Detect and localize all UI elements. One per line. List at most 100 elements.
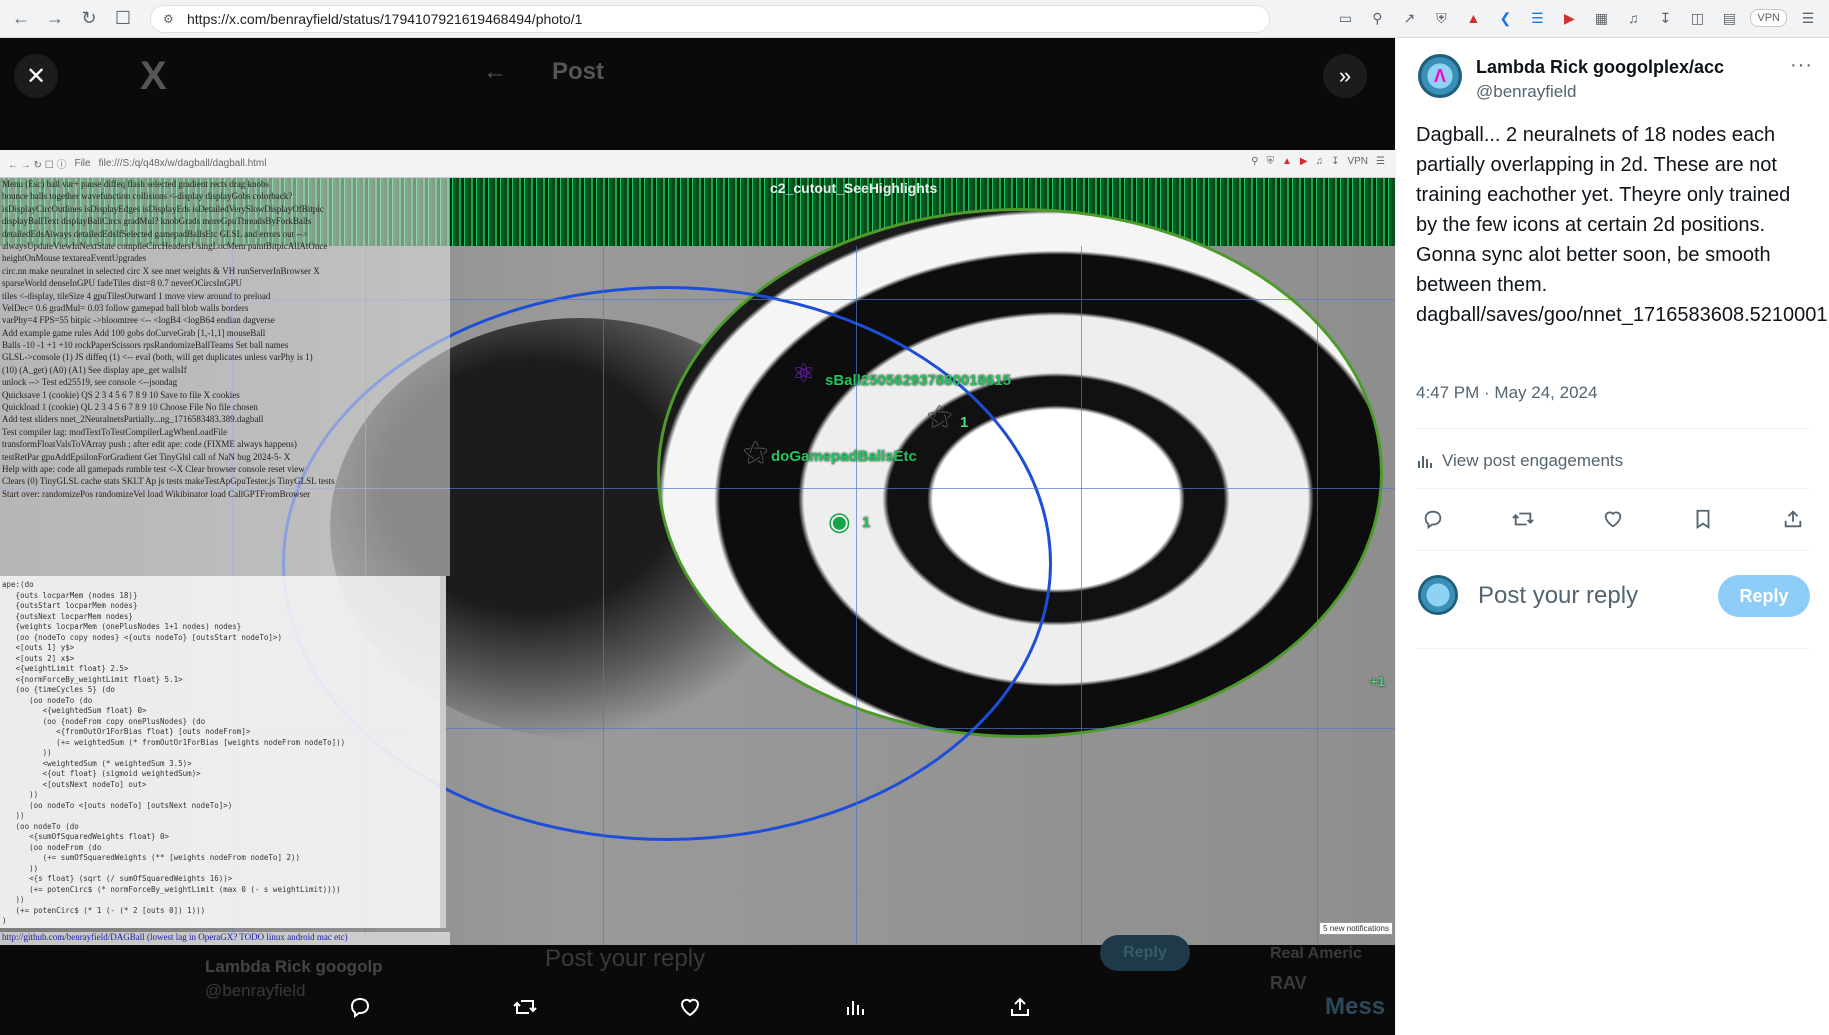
background-author-handle: @benrayfield [205,981,306,1000]
shield-icon[interactable]: ⛨ [1430,7,1452,29]
control-line[interactable]: Start over: randomizePos randomizeVel lo… [0,488,450,500]
divider [1416,488,1810,489]
control-line[interactable]: Quicksave 1 (cookie) QS 2 3 4 5 6 7 8 9 … [0,389,450,401]
divider [1416,550,1810,551]
grid-line [1081,246,1082,945]
back-icon[interactable]: ← [8,6,34,32]
control-line[interactable]: Clears (0) TinyGLSL cache stats SKLT Ap … [0,475,450,487]
control-line[interactable]: Balls -10 -1 +1 +10 rockPaperScissors rp… [0,339,450,351]
control-line[interactable]: varPhy=4 FPS=55 bitpic ->bloomtree <-- <… [0,314,450,326]
bookmark-icon[interactable] [1686,502,1720,536]
forward-icon[interactable]: → [42,6,68,32]
menu-icon[interactable]: ☰ [1797,7,1819,29]
control-line[interactable]: tiles <-display, tileSize 4 gpuTilesOutw… [0,290,450,302]
extension-bar: ▭ ⚲ ↗ ⛨ ▲ ❮ ☰ ▶ ▦ ♫ ↧ ◫ ▤ VPN ☰ [1334,7,1819,29]
url-text[interactable]: https://x.com/benrayfield/status/1794107… [187,11,582,27]
avatar[interactable]: Λ [1418,54,1462,98]
control-line[interactable]: (10) (A_get) (A0) (A1) See display ape_g… [0,364,450,376]
translate-icon[interactable]: ☰ [1526,7,1548,29]
control-line[interactable]: transformFloatValsToVArray push ; after … [0,438,450,450]
grid-line [1317,246,1318,945]
bookmark-icon[interactable]: ☐ [110,6,136,32]
control-line[interactable]: Test compiler lag: modTextToTestCompiler… [0,426,450,438]
ball-icon: ◉ [828,506,851,536]
extensions-icon[interactable]: ▦ [1590,7,1612,29]
control-line[interactable]: circ.nn make neuralnet in selected circ … [0,265,450,277]
views-icon[interactable] [835,987,875,1027]
reply-button[interactable]: Reply [1718,575,1810,617]
control-line[interactable]: testRetPar gpuAddEpsilonForGradient Get … [0,451,450,463]
image-youtube-icon: ▶ [1299,156,1308,167]
view-engagements-link[interactable]: View post engagements [1416,451,1623,471]
repost-icon[interactable] [1506,502,1540,536]
share-icon[interactable]: ↗ [1398,7,1420,29]
control-line[interactable]: VelDec= 0.6 gradMul= 0.03 follow gamepad… [0,302,450,314]
background-post-title: Post [552,58,605,85]
image-menu-icon: ☰ [1376,156,1385,167]
author-name[interactable]: Lambda Rick googolplex/acc [1476,57,1724,78]
wallet-icon[interactable]: ▤ [1718,7,1740,29]
reply-input[interactable]: Post your reply [1478,582,1638,610]
download-icon[interactable]: ↧ [1654,7,1676,29]
dagball-canvas: c2_cutout_SeeHighlights ⚛ sBall250562937… [0,178,1395,945]
posted-image[interactable]: ← → ↻ ☐ ⓘ File file:///S:/q/q48x/w/dagba… [0,150,1395,945]
like-icon[interactable] [670,987,710,1027]
notification-badge: 5 new notifications [1319,922,1393,935]
cast-icon[interactable]: ▭ [1334,7,1356,29]
control-line[interactable]: Quickload 1 (cookie) QL 2 3 4 5 6 7 8 9 … [0,401,450,413]
control-line[interactable]: displayBallText displayBallCircs gradMul… [0,215,450,227]
speech-icon[interactable]: ❮ [1494,7,1516,29]
background-reply-button: Reply [1100,935,1190,971]
collapse-sidebar-button[interactable]: » [1323,54,1367,98]
share-icon[interactable] [1000,987,1040,1027]
github-link: http://github.com/benrayfield/DAGBall (l… [0,932,450,945]
control-line[interactable]: unlock --> Test ed25519, see console <--… [0,376,450,388]
image-warning-icon: ▲ [1281,156,1292,167]
photo-viewer: X ← Post ✕ » ← → ↻ ☐ ⓘ File file:///S:/q… [0,38,1395,1035]
site-info-icon[interactable]: ⚙ [163,12,177,26]
address-bar[interactable]: ⚙ https://x.com/benrayfield/status/17941… [150,5,1270,33]
control-line[interactable]: alwaysUpdateViewInNextState compileCircH… [0,240,450,252]
control-line[interactable]: Help with ape: code all gamepads rumble … [0,463,450,475]
music-icon[interactable]: ♫ [1622,7,1644,29]
reply-icon[interactable] [340,987,380,1027]
tweet-panel: Λ Lambda Rick googolplex/acc @benrayfiel… [1395,38,1829,1035]
more-options-icon[interactable]: ··· [1790,54,1813,77]
control-line[interactable]: Add test sliders nnet_2NeuralnetsPartial… [0,413,450,425]
like-icon[interactable] [1596,502,1630,536]
close-button[interactable]: ✕ [14,54,58,98]
background-messages-label: Mess [1325,993,1386,1020]
youtube-icon[interactable]: ▶ [1558,7,1580,29]
control-line[interactable]: detailedEdsAlways detailedEdsIfSelected … [0,228,450,240]
sidebar-icon[interactable]: ◫ [1686,7,1708,29]
reply-icon[interactable] [1416,502,1450,536]
image-vpn-badge: VPN [1347,156,1369,167]
control-line[interactable]: GLSL->console (1) JS diffeq (1) <-- eval… [0,351,450,363]
zoom-icon[interactable]: ⚲ [1366,7,1388,29]
control-line[interactable]: Menu (Esc) ball var+ pause diffeq flash … [0,178,450,190]
background-author-name: Lambda Rick googolp [205,957,383,976]
control-line[interactable]: bounce balls together wavefunction colli… [0,190,450,202]
close-icon: ✕ [25,62,47,90]
ball-icon: ⚛ [792,358,816,388]
repost-icon[interactable] [505,987,545,1027]
control-line[interactable]: sparseWorld denseInGPU fadeTiles dist=8 … [0,277,450,289]
viewer-footer: Lambda Rick googolp @benrayfield Post yo… [0,935,1395,1035]
warning-icon[interactable]: ▲ [1462,7,1484,29]
vpn-badge[interactable]: VPN [1750,9,1787,27]
ball-label: 1 [862,514,871,531]
ball-label: sBall2505629378800186​15 [825,372,1012,389]
viewer-action-bar [340,987,1040,1027]
control-line[interactable]: Add example game rules Add 100 gobs doCu… [0,327,450,339]
tweet-timestamp[interactable]: 4:47 PM · May 24, 2024 [1416,383,1597,403]
control-line[interactable]: heightOnMouse textareaEventUpgrades [0,252,450,264]
author-handle[interactable]: @benrayfield [1476,82,1576,102]
background-trend-sub: RAV [1270,973,1307,993]
browser-toolbar: ← → ↻ ☐ ⚙ https://x.com/benrayfield/stat… [0,0,1829,38]
ball-icon: ⚝ [927,400,953,430]
control-line[interactable]: isDisplayCircOutlines isDisplayEdges isD… [0,203,450,215]
share-icon[interactable] [1776,502,1810,536]
reload-icon[interactable]: ↻ [76,6,102,32]
strip-label: c2_cutout_SeeHighlights [770,180,938,196]
image-zoom-icon: ⚲ [1251,156,1259,167]
